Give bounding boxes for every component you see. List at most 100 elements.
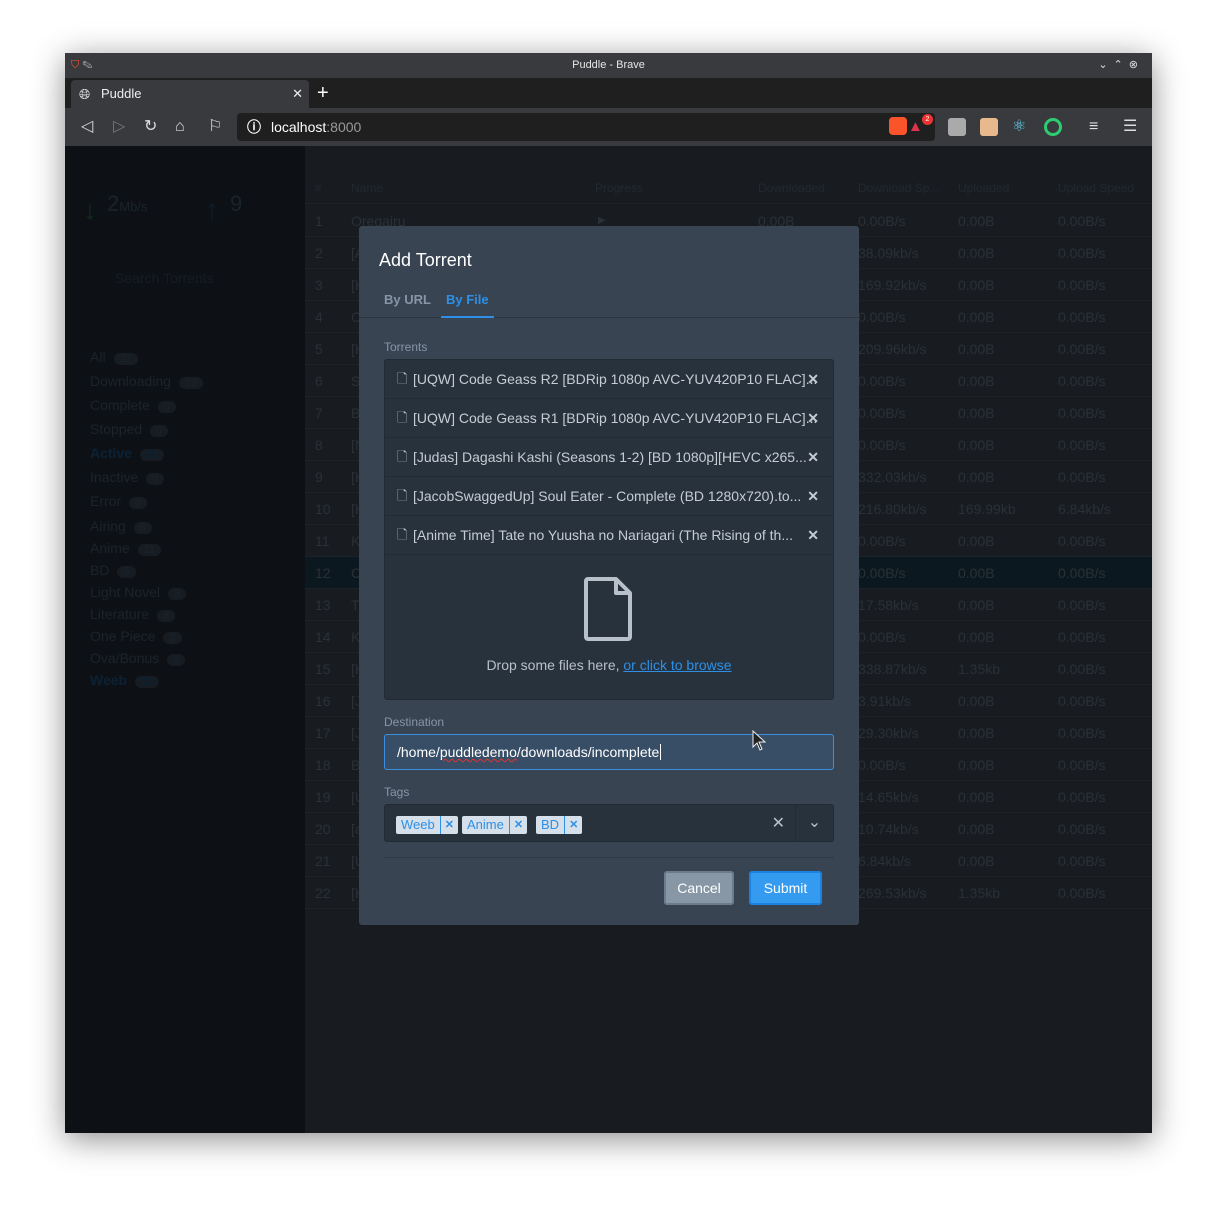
- brave-shields-icon[interactable]: [889, 117, 907, 135]
- cell-up: 0.00B: [958, 821, 995, 837]
- submit-button[interactable]: Submit: [749, 871, 822, 905]
- cell-dl: 3.91kb/s: [858, 693, 911, 709]
- column-header[interactable]: Name: [351, 172, 383, 204]
- sidebar-tag-item[interactable]: Weeb 22: [90, 672, 160, 688]
- tab-bar: 🌐︎ Puddle ✕ +: [65, 78, 1152, 108]
- cancel-button[interactable]: Cancel: [664, 871, 734, 905]
- extension-icon[interactable]: [1044, 118, 1062, 136]
- sidebar-tag-item[interactable]: Ova/Bonus 3: [90, 650, 186, 666]
- sidebar-filter-complete[interactable]: Complete 0: [90, 397, 177, 413]
- tag-chip: Anime ✕: [462, 816, 528, 834]
- extension-icon[interactable]: [948, 118, 966, 136]
- sidebar-filter-stopped[interactable]: Stopped 0: [90, 421, 169, 437]
- clear-tags-icon[interactable]: ✕: [772, 813, 785, 833]
- tab-by-file[interactable]: By File: [441, 292, 494, 318]
- cell-ul: 0.00B/s: [1058, 309, 1106, 325]
- bookmark-icon[interactable]: ⚐: [208, 108, 222, 146]
- filter-label: Stopped: [90, 421, 143, 437]
- tag-chip: Weeb ✕: [396, 816, 458, 834]
- back-icon[interactable]: ◁: [81, 108, 93, 146]
- file-name: [UQW] Code Geass R1 [BDRip 1080p AVC-YUV…: [413, 410, 818, 426]
- home-icon[interactable]: ⌂: [175, 108, 185, 146]
- cell-n: 17: [315, 725, 331, 741]
- chevron-down-icon[interactable]: ⌄: [795, 805, 833, 841]
- sidebar-tag-item[interactable]: Airing 6: [90, 518, 152, 534]
- sidebar-tag-item[interactable]: Anime 11: [90, 540, 162, 556]
- file-icon: [584, 577, 632, 641]
- tag-count: 3: [163, 632, 182, 644]
- toolbar: ◁ ▷ ↻ ⌂ ⚐ ⓘ localhost:8000 ▲ 2 ⚛ ≡ ☰: [65, 108, 1152, 146]
- cell-up: 0.00B: [958, 437, 995, 453]
- cell-up: 0.00B: [958, 565, 995, 581]
- remove-file-icon[interactable]: ✕: [807, 399, 819, 437]
- react-devtools-icon[interactable]: ⚛: [1012, 118, 1030, 136]
- cell-n: 10: [315, 501, 331, 517]
- forward-icon[interactable]: ▷: [113, 108, 125, 146]
- cell-dl: 332.03kb/s: [858, 469, 927, 485]
- column-header[interactable]: Download Sp...: [858, 172, 939, 204]
- sidebar-filter-downloading[interactable]: Downloading 22: [90, 373, 204, 389]
- remove-tag-icon[interactable]: ✕: [439, 816, 458, 834]
- tab-by-url[interactable]: By URL: [384, 292, 431, 307]
- destination-input[interactable]: /home/puddledemo/downloads/incomplete: [384, 734, 834, 770]
- brave-rewards-icon[interactable]: ▲: [908, 118, 923, 135]
- cell-ul: 0.00B/s: [1058, 437, 1106, 453]
- column-header[interactable]: Uploaded: [958, 172, 1009, 204]
- file-dropzone[interactable]: Drop some files here, or click to browse: [385, 555, 833, 673]
- sidebar-tag-item[interactable]: Light Novel 3: [90, 584, 187, 600]
- cell-n: 20: [315, 821, 331, 837]
- globe-icon: 🌐︎: [79, 86, 91, 102]
- remove-tag-icon[interactable]: ✕: [508, 816, 527, 834]
- cell-ul: 0.00B/s: [1058, 213, 1106, 229]
- reload-icon[interactable]: ↻: [144, 108, 157, 146]
- cell-dl: 29.30kb/s: [858, 725, 919, 741]
- cell-up: 1.35kb: [958, 885, 1001, 901]
- address-bar[interactable]: ⓘ localhost:8000: [237, 113, 935, 141]
- browse-link[interactable]: or click to browse: [623, 657, 731, 673]
- sidebar-filter-inactive[interactable]: Inactive 0: [90, 469, 165, 485]
- extension-icon[interactable]: [980, 118, 998, 136]
- cell-n: 22: [315, 885, 331, 901]
- new-tab-button[interactable]: +: [317, 78, 329, 108]
- sidebar-filter-all[interactable]: All 22: [90, 349, 138, 365]
- tab-puddle[interactable]: 🌐︎ Puddle ✕: [71, 80, 309, 108]
- cell-ul: 0.00B/s: [1058, 277, 1106, 293]
- cell-dl: 0.00B/s: [858, 565, 906, 581]
- playlist-icon[interactable]: ≡: [1089, 108, 1098, 146]
- column-header[interactable]: Downloaded: [758, 172, 825, 204]
- remove-file-icon[interactable]: ✕: [807, 438, 819, 476]
- upload-arrow-icon: ↑: [205, 194, 219, 225]
- tags-select[interactable]: Weeb ✕ Anime ✕ BD ✕ ✕ ⌄: [384, 804, 834, 842]
- sidebar-tag-item[interactable]: BD 5: [90, 562, 136, 578]
- filter-count: 0: [129, 497, 148, 509]
- close-tab-icon[interactable]: ✕: [292, 80, 303, 108]
- sidebar-filter-error[interactable]: Error 0: [90, 493, 148, 509]
- cell-ul: 0.00B/s: [1058, 373, 1106, 389]
- column-header[interactable]: Progress: [595, 172, 643, 204]
- tag-chip-label: Weeb: [401, 817, 435, 832]
- cell-ul: 0.00B/s: [1058, 885, 1106, 901]
- remove-file-icon[interactable]: ✕: [807, 516, 819, 554]
- cell-ul: 0.00B/s: [1058, 245, 1106, 261]
- cell-up: 0.00B: [958, 725, 995, 741]
- cell-ul: 6.84kb/s: [1058, 501, 1111, 517]
- remove-file-icon[interactable]: ✕: [807, 477, 819, 515]
- column-header[interactable]: Upload Speed: [1058, 172, 1134, 204]
- window-controls[interactable]: ⌄⌃⊗: [1098, 53, 1144, 78]
- menu-icon[interactable]: ☰: [1123, 108, 1137, 146]
- cell-n: 2: [315, 245, 323, 261]
- tag-count: 3: [168, 588, 187, 600]
- sidebar-tag-item[interactable]: Literature 8: [90, 606, 176, 622]
- mouse-cursor-icon: [752, 730, 766, 751]
- search-input[interactable]: Search Torrents: [75, 261, 295, 295]
- cell-dl: 169.92kb/s: [858, 277, 927, 293]
- url-port: :8000: [326, 119, 362, 135]
- cell-dl: 6.84kb/s: [858, 853, 911, 869]
- column-header[interactable]: #: [315, 172, 322, 204]
- remove-file-icon[interactable]: ✕: [807, 360, 819, 398]
- cell-ul: 0.00B/s: [1058, 597, 1106, 613]
- remove-tag-icon[interactable]: ✕: [564, 816, 582, 834]
- sidebar-filter-active[interactable]: Active 22: [90, 445, 165, 461]
- file-name: [JacobSwaggedUp] Soul Eater - Complete (…: [413, 488, 802, 504]
- sidebar-tag-item[interactable]: One Piece 3: [90, 628, 182, 644]
